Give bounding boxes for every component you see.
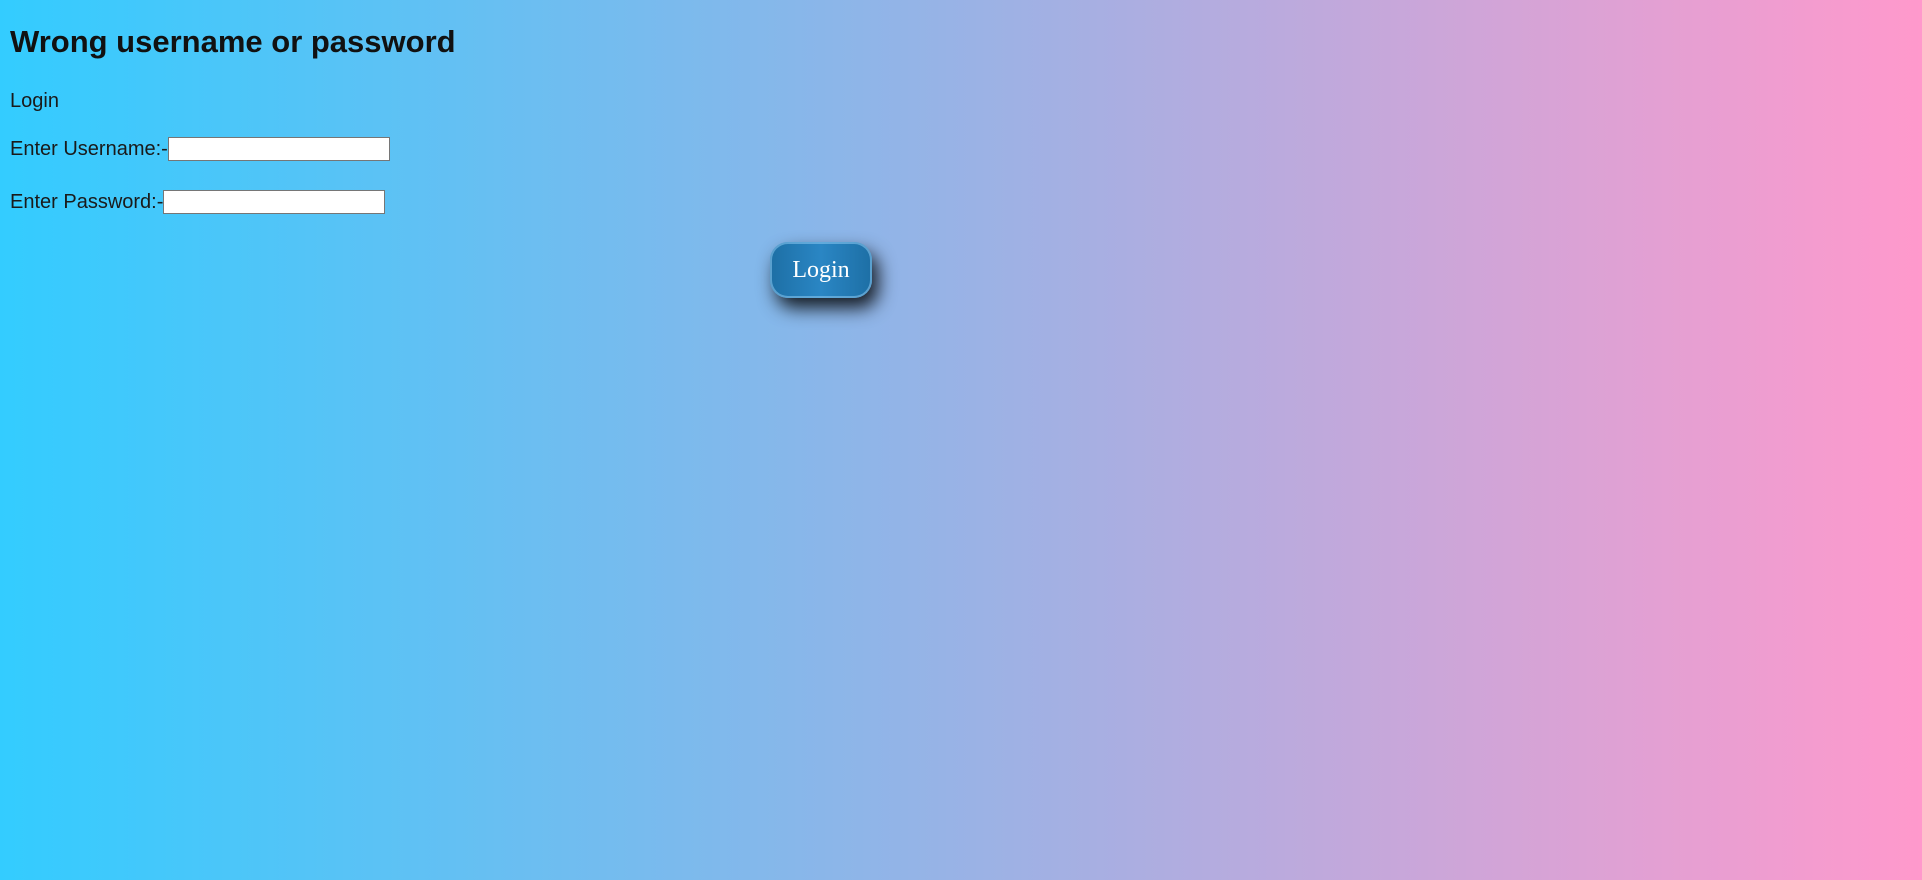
username-input[interactable]	[167, 137, 390, 161]
username-row: Enter Username:-	[10, 137, 390, 161]
login-caption: Login	[10, 90, 59, 112]
login-button[interactable]: Login	[770, 242, 872, 298]
username-label: Enter Username:-	[10, 137, 168, 160]
password-row: Enter Password:-	[10, 190, 386, 214]
password-label: Enter Password:-	[10, 190, 164, 213]
error-heading: Wrong username or password	[10, 24, 456, 59]
password-input[interactable]	[163, 190, 386, 214]
login-page: Wrong username or password Login Enter U…	[10, 0, 1910, 880]
